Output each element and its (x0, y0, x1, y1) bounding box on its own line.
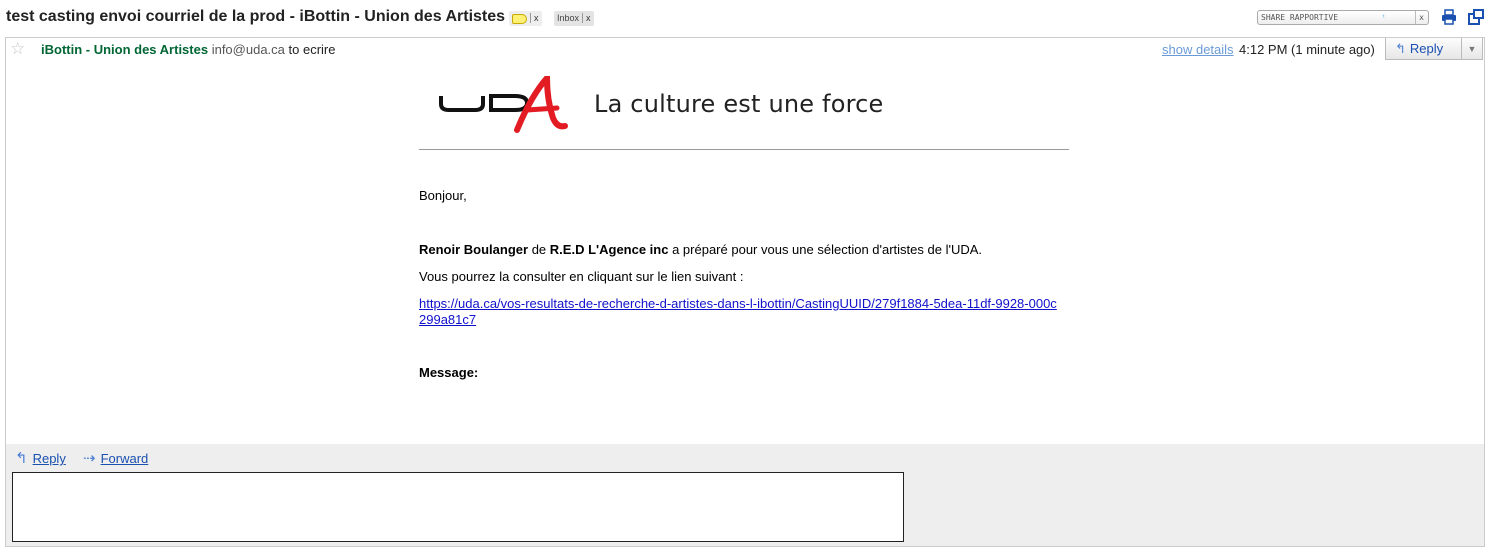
recipient-line: to ecrire (288, 42, 336, 57)
consult-paragraph: Vous pourrez la consulter en cliquant su… (419, 269, 744, 284)
uda-logo (439, 76, 568, 133)
agency-name: R.E.D L'Agence inc (549, 242, 669, 257)
intro-paragraph: Renoir Boulanger de R.E.D L'Agence inc a… (419, 242, 982, 257)
reply-button-label: Reply (1409, 41, 1444, 56)
reply-footer: ↰ Reply ⇢ Forward (6, 444, 1484, 546)
rapportive-label: SHARE RAPPORTIVE (1261, 13, 1339, 22)
more-actions-button[interactable]: ▼ (1461, 38, 1483, 60)
sender-name[interactable]: iBottin - Union des Artistes (41, 42, 208, 57)
reply-button[interactable]: ↰ Reply (1385, 38, 1462, 60)
rapportive-close-button[interactable]: x (1415, 11, 1424, 24)
sender-person: Renoir Boulanger (419, 242, 529, 257)
twitter-bird-icon[interactable]: ᵗ (1381, 11, 1386, 24)
sender-line: iBottin - Union des Artistes info@uda.ca… (41, 42, 336, 57)
remove-label-button[interactable]: x (530, 13, 539, 23)
reply-arrow-icon: ↰ (15, 450, 28, 467)
message-label: Message: (419, 365, 479, 380)
intro-rest: a préparé pour vous une sélection d'arti… (672, 242, 983, 257)
footer-forward-link[interactable]: ⇢ Forward (83, 449, 148, 467)
footer-forward-label: Forward (100, 451, 149, 466)
casting-link[interactable]: https://uda.ca/vos-resultats-de-recherch… (419, 296, 1059, 328)
message-time: 4:12 PM (1 minute ago) (1239, 42, 1375, 57)
inbox-label[interactable]: Inbox x (554, 11, 594, 26)
label-tag-icon[interactable] (512, 13, 527, 24)
uda-banner: La culture est une force (419, 73, 1069, 150)
sender-email: info@uda.ca (211, 42, 285, 57)
greeting: Bonjour, (419, 188, 467, 203)
message-card: ☆ iBottin - Union des Artistes info@uda.… (5, 37, 1485, 547)
remove-inbox-label-button[interactable]: x (582, 13, 591, 23)
quick-reply-textarea[interactable] (12, 472, 904, 542)
star-icon[interactable]: ☆ (10, 39, 25, 59)
reply-arrow-icon: ↰ (1395, 41, 1406, 56)
inbox-label-text: Inbox (557, 13, 580, 23)
footer-reply-link[interactable]: ↰ Reply (15, 449, 66, 467)
forward-arrow-icon: ⇢ (83, 450, 96, 467)
de-text: de (531, 242, 547, 257)
show-details-link[interactable]: show details (1162, 42, 1234, 57)
new-window-icon[interactable] (1468, 9, 1484, 25)
print-icon[interactable] (1441, 9, 1457, 25)
footer-reply-label: Reply (32, 451, 66, 466)
uda-tagline: La culture est une force (594, 90, 884, 118)
label-chip[interactable]: x (509, 11, 542, 26)
email-subject: test casting envoi courriel de la prod -… (6, 8, 506, 25)
rapportive-bar[interactable]: SHARE RAPPORTIVE ᵗ x (1257, 10, 1429, 25)
